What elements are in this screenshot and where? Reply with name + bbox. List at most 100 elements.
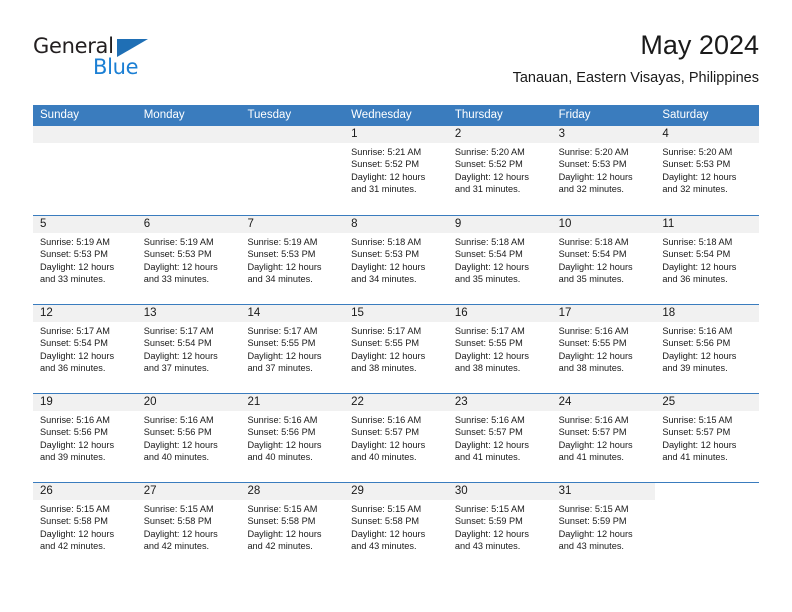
day-detail-daylight1: Daylight: 12 hours (143, 439, 218, 450)
calendar-day-cell[interactable]: 15 Sunrise: 5:17 AM Sunset: 5:55 PM Dayligh… (344, 305, 448, 393)
day-detail-sunset: Sunset: 5:52 PM (351, 159, 420, 170)
calendar-day-cell[interactable]: 6 Sunrise: 5:19 AM Sunset: 5:53 PM Daylight… (136, 216, 241, 304)
day-detail-sunset: Sunset: 5:59 PM (454, 516, 523, 527)
calendar-day-cell-empty (136, 126, 241, 215)
day-detail-daylight2: and 38 minutes. (454, 362, 521, 373)
calendar-day-cell[interactable]: 18 Sunrise: 5:16 AM Sunset: 5:56 PM Dayligh… (655, 305, 760, 393)
calendar-day-cell[interactable]: 20 Sunrise: 5:16 AM Sunset: 5:56 PM Dayligh… (136, 394, 241, 482)
day-detail-daylight2: and 37 minutes. (143, 362, 210, 373)
day-detail-sunrise: Sunrise: 5:16 AM (662, 326, 733, 336)
day-detail-daylight1: Daylight: 12 hours (558, 261, 633, 272)
day-number: 19 (33, 394, 137, 411)
day-detail-sunset: Sunset: 5:54 PM (454, 249, 523, 260)
calendar-day-cell[interactable]: 30 Sunrise: 5:15 AM Sunset: 5:59 PM Dayligh… (447, 483, 552, 571)
day-number: 9 (447, 216, 552, 233)
day-number: 25 (655, 394, 760, 411)
calendar-day-cell[interactable]: 11 Sunrise: 5:18 AM Sunset: 5:54 PM Dayligh… (655, 216, 760, 304)
day-detail-sunset: Sunset: 5:57 PM (662, 427, 731, 438)
calendar-day-cell[interactable]: 7 Sunrise: 5:19 AM Sunset: 5:53 PM Daylight… (240, 216, 345, 304)
general-blue-logo[interactable]: General Blue (33, 34, 163, 82)
calendar-day-cell[interactable]: 13 Sunrise: 5:17 AM Sunset: 5:54 PM Dayligh… (136, 305, 241, 393)
weekday-header-tuesday: Tuesday (247, 109, 292, 121)
day-number: 18 (655, 305, 760, 322)
day-detail-sunrise: Sunrise: 5:15 AM (454, 504, 525, 514)
day-detail-daylight2: and 43 minutes. (558, 540, 624, 551)
day-details: Sunrise: 5:15 AM Sunset: 5:58 PM Daylight:… (240, 500, 344, 552)
calendar-day-cell[interactable]: 28 Sunrise: 5:15 AM Sunset: 5:58 PM Dayligh… (240, 483, 345, 571)
calendar-day-cell[interactable]: 2 Sunrise: 5:20 AM Sunset: 5:52 PM Daylight… (447, 126, 552, 215)
day-detail-daylight1: Daylight: 12 hours (351, 350, 426, 361)
calendar-day-cell[interactable]: 27 Sunrise: 5:15 AM Sunset: 5:58 PM Dayligh… (136, 483, 241, 571)
day-detail-sunset: Sunset: 5:56 PM (143, 427, 212, 438)
day-details: Sunrise: 5:20 AM Sunset: 5:53 PM Daylight:… (655, 143, 759, 195)
calendar-day-cell[interactable]: 5 Sunrise: 5:19 AM Sunset: 5:53 PM Daylight… (33, 216, 137, 304)
calendar-day-cell[interactable]: 31 Sunrise: 5:15 AM Sunset: 5:59 PM Dayligh… (551, 483, 656, 571)
day-detail-daylight1: Daylight: 12 hours (662, 350, 737, 361)
day-detail-daylight1: Daylight: 12 hours (662, 171, 737, 182)
calendar-day-cell[interactable]: 1 Sunrise: 5:21 AM Sunset: 5:52 PM Daylight… (344, 126, 448, 215)
day-detail-daylight1: Daylight: 12 hours (351, 171, 426, 182)
day-detail-sunrise: Sunrise: 5:15 AM (351, 504, 422, 514)
day-details: Sunrise: 5:15 AM Sunset: 5:58 PM Daylight:… (344, 500, 448, 552)
day-detail-daylight2: and 35 minutes. (454, 273, 521, 284)
day-detail-daylight1: Daylight: 12 hours (558, 350, 633, 361)
day-detail-sunrise: Sunrise: 5:18 AM (454, 237, 525, 247)
day-details: Sunrise: 5:18 AM Sunset: 5:54 PM Daylight:… (655, 233, 759, 285)
day-detail-daylight2: and 34 minutes. (247, 273, 313, 284)
calendar-day-cell[interactable]: 29 Sunrise: 5:15 AM Sunset: 5:58 PM Dayligh… (344, 483, 448, 571)
calendar-day-cell[interactable]: 23 Sunrise: 5:16 AM Sunset: 5:57 PM Dayligh… (447, 394, 552, 482)
day-number: 22 (344, 394, 448, 411)
day-detail-daylight2: and 32 minutes. (662, 183, 728, 194)
day-detail-sunrise: Sunrise: 5:17 AM (40, 326, 110, 336)
calendar-day-cell[interactable]: 21 Sunrise: 5:16 AM Sunset: 5:56 PM Dayligh… (240, 394, 345, 482)
day-detail-sunset: Sunset: 5:56 PM (247, 427, 316, 438)
day-detail-daylight2: and 41 minutes. (454, 451, 521, 462)
day-detail-daylight2: and 42 minutes. (143, 540, 210, 551)
calendar-day-cell[interactable]: 4 Sunrise: 5:20 AM Sunset: 5:53 PM Daylight… (655, 126, 760, 215)
day-detail-daylight1: Daylight: 12 hours (662, 261, 737, 272)
calendar-day-cell[interactable]: 3 Sunrise: 5:20 AM Sunset: 5:53 PM Daylight… (551, 126, 656, 215)
calendar-day-cell[interactable]: 22 Sunrise: 5:16 AM Sunset: 5:57 PM Dayligh… (344, 394, 448, 482)
day-detail-daylight2: and 34 minutes. (351, 273, 417, 284)
day-detail-sunrise: Sunrise: 5:15 AM (247, 504, 318, 514)
calendar-day-cell[interactable]: 8 Sunrise: 5:18 AM Sunset: 5:53 PM Daylight… (344, 216, 448, 304)
day-detail-sunset: Sunset: 5:58 PM (247, 516, 316, 527)
day-detail-daylight1: Daylight: 12 hours (143, 350, 218, 361)
page-header: General Blue May 2024 Tanauan, Eastern V… (33, 28, 759, 98)
calendar-day-cell[interactable]: 24 Sunrise: 5:16 AM Sunset: 5:57 PM Dayligh… (551, 394, 656, 482)
day-detail-sunset: Sunset: 5:53 PM (351, 249, 420, 260)
day-detail-sunrise: Sunrise: 5:15 AM (558, 504, 629, 514)
day-number: 31 (551, 483, 656, 500)
day-number: 28 (240, 483, 345, 500)
day-number (240, 126, 345, 143)
calendar-day-cell[interactable]: 19 Sunrise: 5:16 AM Sunset: 5:56 PM Dayligh… (33, 394, 137, 482)
calendar-day-cell[interactable]: 17 Sunrise: 5:16 AM Sunset: 5:55 PM Dayligh… (551, 305, 656, 393)
day-details: Sunrise: 5:18 AM Sunset: 5:54 PM Daylight:… (552, 233, 656, 285)
logo-text-blue: Blue (93, 55, 139, 79)
calendar-day-cell[interactable]: 10 Sunrise: 5:18 AM Sunset: 5:54 PM Dayligh… (551, 216, 656, 304)
calendar-day-cell[interactable]: 12 Sunrise: 5:17 AM Sunset: 5:54 PM Dayligh… (33, 305, 137, 393)
day-number (136, 126, 241, 143)
calendar-day-cell[interactable]: 14 Sunrise: 5:17 AM Sunset: 5:55 PM Dayligh… (240, 305, 345, 393)
day-detail-sunset: Sunset: 5:56 PM (662, 338, 731, 349)
page-title: May 2024 (640, 30, 759, 60)
day-number: 17 (551, 305, 656, 322)
calendar-day-cell[interactable]: 25 Sunrise: 5:15 AM Sunset: 5:57 PM Dayligh… (655, 394, 760, 482)
day-detail-daylight1: Daylight: 12 hours (247, 261, 322, 272)
day-details: Sunrise: 5:16 AM Sunset: 5:57 PM Daylight:… (344, 411, 448, 463)
day-detail-sunrise: Sunrise: 5:18 AM (351, 237, 422, 247)
calendar-day-cell[interactable]: 16 Sunrise: 5:17 AM Sunset: 5:55 PM Dayligh… (447, 305, 552, 393)
day-detail-sunrise: Sunrise: 5:16 AM (558, 326, 629, 336)
day-detail-sunset: Sunset: 5:53 PM (247, 249, 316, 260)
day-number: 15 (344, 305, 448, 322)
day-details: Sunrise: 5:18 AM Sunset: 5:53 PM Daylight:… (344, 233, 448, 285)
day-detail-daylight1: Daylight: 12 hours (247, 528, 322, 539)
calendar-day-cell[interactable]: 9 Sunrise: 5:18 AM Sunset: 5:54 PM Daylight… (447, 216, 552, 304)
day-details: Sunrise: 5:21 AM Sunset: 5:52 PM Daylight:… (344, 143, 448, 195)
calendar-day-cell[interactable]: 26 Sunrise: 5:15 AM Sunset: 5:58 PM Dayligh… (33, 483, 137, 571)
day-details: Sunrise: 5:17 AM Sunset: 5:55 PM Daylight:… (448, 322, 552, 374)
day-details: Sunrise: 5:17 AM Sunset: 5:55 PM Daylight:… (344, 322, 448, 374)
day-detail-daylight2: and 39 minutes. (40, 451, 106, 462)
day-detail-sunset: Sunset: 5:54 PM (558, 249, 627, 260)
day-number: 1 (344, 126, 448, 143)
